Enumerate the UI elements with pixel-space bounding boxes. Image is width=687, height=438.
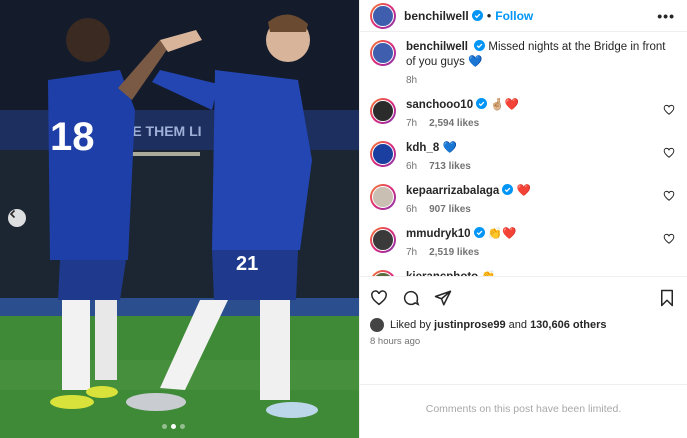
likes-prefix: Liked by: [390, 319, 431, 331]
more-options-button[interactable]: •••: [657, 8, 675, 24]
comment-like-heart-icon[interactable]: [663, 233, 675, 245]
share-send-icon[interactable]: [434, 289, 452, 307]
post-header: benchilwell • Follow •••: [360, 0, 687, 32]
comment-text: 🤞🏼❤️: [490, 99, 519, 111]
commenter-avatar[interactable]: [370, 184, 396, 210]
liker-avatar[interactable]: [370, 318, 384, 332]
comments-list[interactable]: benchilwell Missed nights at the Bridge …: [360, 32, 687, 276]
author-username[interactable]: benchilwell: [404, 9, 469, 23]
follow-button[interactable]: Follow: [495, 9, 533, 23]
comment-like-heart-icon[interactable]: [663, 147, 675, 159]
comment-item: mmudryk10 👏❤️ 7h 2,519 likes: [370, 227, 675, 270]
comment-likes[interactable]: 2,519 likes: [429, 247, 479, 258]
post-photo: THE · MAKE THEM LI 18 21: [0, 0, 359, 438]
verified-badge-icon: [471, 10, 483, 21]
comments-limited-notice: Comments on this post have been limited.: [360, 384, 687, 438]
save-bookmark-icon[interactable]: [659, 289, 675, 307]
likes-summary: Liked by justinprose99 and 130,606 other…: [370, 318, 675, 332]
comment-item: kepaarrizabalaga ❤️ 6h 907 likes: [370, 184, 675, 227]
commenter-username[interactable]: kdh_8: [406, 142, 439, 154]
comment-time: 6h: [406, 204, 418, 215]
comment-like-heart-icon[interactable]: [663, 190, 675, 202]
comment-bubble-icon[interactable]: [402, 289, 420, 307]
comment-time: 6h: [406, 161, 418, 172]
like-heart-icon[interactable]: [370, 289, 388, 307]
likes-middle: and: [508, 319, 527, 331]
carousel-dot: [162, 424, 167, 429]
caption-username[interactable]: benchilwell: [406, 41, 468, 53]
left-shirt-number: 18: [50, 115, 95, 159]
verified-badge-icon: [473, 227, 485, 238]
comment-text: 💙: [442, 142, 457, 154]
post-caption: benchilwell Missed nights at the Bridge …: [370, 40, 675, 88]
comment-likes[interactable]: 2,594 likes: [429, 118, 479, 129]
header-separator: •: [486, 8, 492, 23]
chevron-left-icon: [9, 209, 16, 219]
verified-badge-icon: [474, 40, 486, 51]
match-photo-illustration: THE · MAKE THEM LI 18 21: [0, 0, 359, 438]
comment-like-heart-icon[interactable]: [663, 104, 675, 116]
commenter-avatar[interactable]: [370, 98, 396, 124]
commenter-username[interactable]: kepaarrizabalaga: [406, 185, 499, 197]
commenter-username[interactable]: sanchooo10: [406, 99, 473, 111]
author-avatar[interactable]: [370, 2, 396, 29]
carousel-indicator: [162, 424, 185, 429]
comment-item: kdh_8 💙 6h 713 likes: [370, 141, 675, 184]
comment-item: sanchooo10 🤞🏼❤️ 7h 2,594 likes: [370, 98, 675, 141]
comment-text: 👏❤️: [487, 228, 517, 240]
comment-likes[interactable]: 907 likes: [429, 204, 471, 215]
commenter-avatar[interactable]: [370, 227, 396, 253]
right-shirt-number: 21: [236, 253, 258, 275]
post-time-ago: 8 hours ago: [370, 336, 421, 347]
commenter-avatar[interactable]: [370, 141, 396, 167]
carousel-dot: [180, 424, 185, 429]
liker-username[interactable]: justinprose99: [434, 319, 506, 331]
caption-avatar[interactable]: [370, 40, 396, 66]
verified-badge-icon: [502, 184, 514, 195]
post-side-panel: benchilwell • Follow ••• benchilwell Mis…: [359, 0, 687, 438]
commenter-username[interactable]: mmudryk10: [406, 228, 471, 240]
comment-likes[interactable]: 713 likes: [429, 161, 471, 172]
caption-time: 8h: [406, 75, 418, 86]
carousel-dot-active: [171, 424, 176, 429]
comment-time: 7h: [406, 118, 418, 129]
previous-photo-button[interactable]: [8, 209, 26, 227]
likes-count[interactable]: 130,606 others: [530, 319, 606, 331]
comment-text: ❤️: [516, 185, 531, 197]
post-actions: Liked by justinprose99 and 130,606 other…: [360, 276, 687, 384]
comment-time: 7h: [406, 247, 418, 258]
verified-badge-icon: [476, 98, 488, 109]
